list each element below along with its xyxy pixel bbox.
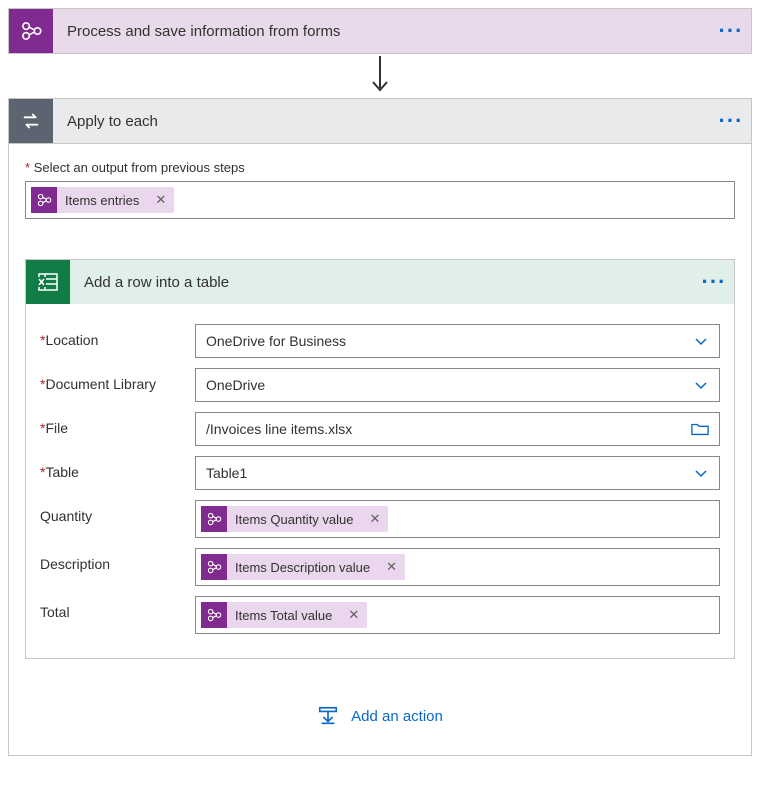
- label-file: *File: [40, 412, 195, 436]
- token-label: Items entries: [57, 193, 147, 208]
- loop-arrows-icon: [20, 110, 42, 132]
- select-location[interactable]: OneDrive for Business: [195, 324, 720, 358]
- input-quantity[interactable]: Items Quantity value ✕: [195, 500, 720, 538]
- row-doclib: *Document Library OneDrive: [40, 368, 720, 402]
- token-ai-icon: [201, 554, 227, 580]
- excel-more-button[interactable]: ···: [694, 262, 734, 302]
- token-remove-button[interactable]: ✕: [378, 559, 405, 575]
- label-table: *Table: [40, 456, 195, 480]
- ai-builder-graph-icon: [18, 18, 44, 44]
- process-title: Process and save information from forms: [53, 23, 711, 40]
- chevron-down-icon: [693, 333, 709, 349]
- token-label: Items Description value: [227, 560, 378, 575]
- apply-more-button[interactable]: ···: [711, 101, 751, 141]
- token-items-entries[interactable]: Items entries ✕: [31, 187, 174, 213]
- token-remove-button[interactable]: ✕: [340, 607, 367, 623]
- token-ai-icon: [201, 602, 227, 628]
- apply-to-each-header[interactable]: Apply to each ···: [9, 99, 751, 144]
- connector-arrow: [8, 54, 752, 98]
- required-star: *: [25, 160, 30, 175]
- token-remove-button[interactable]: ✕: [362, 511, 389, 527]
- chevron-down-icon: [693, 377, 709, 393]
- apply-body: * Select an output from previous steps I…: [9, 144, 751, 755]
- excel-title: Add a row into a table: [70, 274, 694, 291]
- row-table: *Table Table1: [40, 456, 720, 490]
- token-quantity[interactable]: Items Quantity value ✕: [201, 506, 388, 532]
- excel-table-icon: [36, 270, 60, 294]
- excel-action-card: Add a row into a table ··· *Location One…: [25, 259, 735, 659]
- apply-to-each-card: Apply to each ··· * Select an output fro…: [8, 98, 752, 756]
- chevron-down-icon: [693, 465, 709, 481]
- add-action-icon: [317, 705, 339, 727]
- token-remove-button[interactable]: ✕: [147, 192, 174, 208]
- ai-builder-icon: [9, 9, 53, 53]
- label-quantity: Quantity: [40, 500, 195, 524]
- select-doclib-value: OneDrive: [206, 377, 693, 393]
- token-ai-icon: [31, 187, 57, 213]
- label-doclib: *Document Library: [40, 368, 195, 392]
- token-label: Items Quantity value: [227, 512, 362, 527]
- select-location-value: OneDrive for Business: [206, 333, 693, 349]
- label-total: Total: [40, 596, 195, 620]
- label-location: *Location: [40, 324, 195, 348]
- label-description: Description: [40, 548, 195, 572]
- row-quantity: Quantity Items Quantity value ✕: [40, 500, 720, 538]
- row-total: Total Items Total value ✕: [40, 596, 720, 634]
- excel-icon: [26, 260, 70, 304]
- row-description: Description Items Description value ✕: [40, 548, 720, 586]
- apply-title: Apply to each: [53, 113, 711, 130]
- output-from-label: * Select an output from previous steps: [25, 160, 735, 175]
- input-total[interactable]: Items Total value ✕: [195, 596, 720, 634]
- ai-builder-graph-icon: [35, 191, 53, 209]
- file-picker[interactable]: /Invoices line items.xlsx: [195, 412, 720, 446]
- loop-icon: [9, 99, 53, 143]
- file-value: /Invoices line items.xlsx: [206, 421, 691, 437]
- folder-icon: [691, 421, 709, 437]
- select-doclib[interactable]: OneDrive: [195, 368, 720, 402]
- add-action-label: Add an action: [351, 708, 443, 725]
- row-file: *File /Invoices line items.xlsx: [40, 412, 720, 446]
- output-label-text: Select an output from previous steps: [34, 160, 245, 175]
- token-description[interactable]: Items Description value ✕: [201, 554, 405, 580]
- process-more-button[interactable]: ···: [711, 11, 751, 51]
- output-token-input[interactable]: Items entries ✕: [25, 181, 735, 219]
- excel-action-header[interactable]: Add a row into a table ···: [26, 260, 734, 304]
- token-total[interactable]: Items Total value ✕: [201, 602, 367, 628]
- excel-body: *Location OneDrive for Business *Documen…: [26, 304, 734, 658]
- input-description[interactable]: Items Description value ✕: [195, 548, 720, 586]
- token-label: Items Total value: [227, 608, 340, 623]
- action-process-header[interactable]: Process and save information from forms …: [8, 8, 752, 54]
- token-ai-icon: [201, 506, 227, 532]
- select-table[interactable]: Table1: [195, 456, 720, 490]
- add-action-button[interactable]: Add an action: [25, 705, 735, 727]
- select-table-value: Table1: [206, 465, 693, 481]
- row-location: *Location OneDrive for Business: [40, 324, 720, 358]
